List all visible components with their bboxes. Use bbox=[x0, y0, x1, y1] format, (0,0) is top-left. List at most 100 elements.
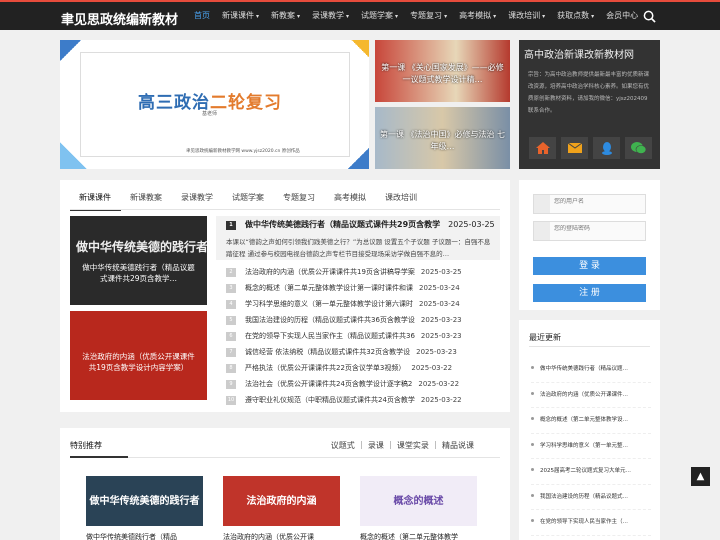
chevron-down-icon: ▾ bbox=[591, 13, 595, 20]
nav-item[interactable]: 会员中心 bbox=[600, 2, 644, 30]
recent-item[interactable]: 我国法治建设的历程（精品议题式… bbox=[531, 485, 651, 510]
featured-date: 2025-03-25 bbox=[448, 220, 495, 229]
recommend-card[interactable]: 法治政府的内涵法治政府的内涵（优质公开课 bbox=[223, 476, 340, 540]
list-item[interactable]: 8 严格执法（优质公开课课件共22页含议学单3视频） 2025-03-22 bbox=[226, 360, 506, 376]
search-icon[interactable] bbox=[643, 10, 656, 23]
mini-banner-2[interactable]: 第一课 《法治中国》必修与法治 七年级… bbox=[375, 107, 510, 169]
list-item[interactable]: 9 法治社会（优质公开课课件共24页含教学设计逐字稿2 2025-03-22 bbox=[226, 376, 506, 392]
recent-item[interactable]: 学习科学思维的意义（第一单元整… bbox=[531, 434, 651, 459]
section-divider bbox=[529, 346, 650, 347]
section-divider bbox=[70, 457, 500, 458]
nav-item[interactable]: 获取点数 ▾ bbox=[551, 2, 600, 30]
nav-item-label: 课改培训 bbox=[508, 11, 541, 20]
recent-item[interactable]: 概念的概述（第二单元整体教学设… bbox=[531, 408, 651, 434]
list-item[interactable]: 10 遵守职业礼仪规范（中职精品议题式课件共24页含教学 2025-03-22 bbox=[226, 392, 506, 408]
list-item-title: 遵守职业礼仪规范（中职精品议题式课件共24页含教学 bbox=[245, 396, 415, 404]
thumbnail-caption: 法治政府的内涵（优质公开课课件共19页含教学设计内容学案） bbox=[82, 352, 195, 372]
card-image: 做中华传统美德的践行者 bbox=[86, 476, 203, 526]
list-item-date: 2025-03-24 bbox=[419, 300, 460, 308]
nav-item[interactable]: 专题复习 ▾ bbox=[404, 2, 453, 30]
profile-panel: 高中政治新课改新教材网 宗旨：为高中政治教师提供最新最丰富的优质新课改资源，培养… bbox=[519, 40, 660, 169]
recent-item[interactable]: 做中华传统美德践行者（精品议题… bbox=[531, 357, 651, 383]
wechat-icon[interactable] bbox=[625, 137, 652, 159]
username-field[interactable] bbox=[533, 194, 646, 214]
recent-item[interactable]: 2025届高考二轮议题式复习大单元… bbox=[531, 459, 651, 485]
mini-banner-caption: 第一课 《关心国家发展》——必修一议题式教学设计精… bbox=[381, 63, 504, 84]
category-links[interactable]: 议题式 ｜ 录课 ｜ 课堂实录 ｜ 精品说课 bbox=[331, 440, 474, 451]
nav-item[interactable]: 新课课件 ▾ bbox=[216, 2, 265, 30]
featured-item[interactable]: 1 做中华传统美德践行者（精品议题式课件共29页含教学 2025-03-25 本课以… bbox=[216, 216, 500, 260]
list-item[interactable]: 4 学习科学思维的意义（第一单元整体教学设计第六课时 2025-03-24 bbox=[226, 296, 506, 312]
rank-number: 2 bbox=[226, 268, 236, 277]
list-item-title: 法治政府的内涵（优质公开课课件共19页含讲稿导学案 bbox=[245, 268, 415, 276]
banner-author: 基老师 bbox=[202, 111, 218, 117]
list-item[interactable]: 7 诚信经营 依法纳税（精品议题式课件共32页含教学设 2025-03-23 bbox=[226, 344, 506, 360]
nav-item-label: 首页 bbox=[194, 11, 210, 20]
card-image-text: 法治政府的内涵 bbox=[246, 496, 317, 507]
banner-footer: 聿见思政统编新教材教学网 www.yjsz2020.cn 原创作品 bbox=[186, 149, 300, 154]
recent-item[interactable]: 法治政府的内涵（优质公开课课件… bbox=[531, 383, 651, 408]
user-icon bbox=[534, 195, 550, 213]
nav-item[interactable]: 首页 bbox=[188, 2, 216, 30]
rank-number: 7 bbox=[226, 348, 236, 357]
home-icon[interactable] bbox=[529, 137, 556, 159]
site-title[interactable]: 聿见思政统编新教材 bbox=[61, 9, 178, 28]
list-item[interactable]: 3 概念的概述（第二单元整体教学设计第一课时课件和课 2025-03-24 bbox=[226, 280, 506, 296]
rank-number: 5 bbox=[226, 316, 236, 325]
mini-banner-1[interactable]: 第一课 《关心国家发展》——必修一议题式教学设计精… bbox=[375, 40, 510, 102]
featured-title: 做中华传统美德践行者（精品议题式课件共29页含教学 bbox=[245, 220, 441, 229]
nav-item[interactable]: 试题学案 ▾ bbox=[355, 2, 404, 30]
recommend-card[interactable]: 做中华传统美德的践行者做中华传统美德践行者（精品 bbox=[86, 476, 203, 540]
password-input[interactable] bbox=[554, 225, 639, 232]
recommend-card[interactable]: 概念的概述 概念的概述（第二单元整体教学 bbox=[360, 476, 477, 540]
register-button[interactable]: 注 册 bbox=[533, 284, 646, 302]
rank-number: 1 bbox=[226, 221, 236, 230]
nav-item[interactable]: 高考模拟 ▾ bbox=[453, 2, 502, 30]
list-item-date: 2025-03-22 bbox=[411, 364, 453, 372]
card-image-text: 概念的概述 bbox=[393, 496, 444, 507]
nav-item-label: 新课课件 bbox=[222, 11, 254, 20]
card-title: 做中华传统美德践行者（精品 bbox=[86, 533, 177, 540]
thumbnail-2[interactable]: 法治政府的内涵（优质公开课课件共19页含教学设计内容学案） bbox=[70, 311, 207, 400]
card-image: 概念的概述 bbox=[360, 476, 477, 526]
chevron-down-icon: ▾ bbox=[395, 13, 399, 20]
thumbnail-headline: 做中华传统美德的践行者 bbox=[76, 240, 207, 254]
list-item-date: 2025-03-22 bbox=[420, 396, 462, 404]
list-item-title: 学习科学思维的意义（第一单元整体教学设计第六课时 bbox=[245, 300, 413, 308]
chevron-down-icon: ▾ bbox=[297, 13, 301, 20]
thumbnail-1[interactable]: 做中华传统美德的践行者 做中华传统美德践行者（精品议题式课件共29页含教学… bbox=[70, 216, 207, 305]
chevron-down-icon: ▾ bbox=[542, 13, 546, 20]
card-image-text: 做中华传统美德的践行者 bbox=[89, 496, 200, 507]
nav-item[interactable]: 录课教学 ▾ bbox=[306, 2, 355, 30]
list-item-date: 2025-03-25 bbox=[420, 268, 462, 276]
profile-text: 宗旨：为高中政治教师提供最新最丰富的优质新课改资源，培养高中政治学科核心素养。如… bbox=[528, 72, 650, 114]
latest-content-panel: 新课课件 新课教案 录课教学 试题学案 专题复习 高考模拟 课改培训 做中华传统美德的践行者… bbox=[60, 180, 510, 412]
username-input[interactable] bbox=[554, 198, 639, 205]
nav-item-label: 专题复习 bbox=[410, 11, 443, 20]
article-list: 2 法治政府的内涵（优质公开课课件共19页含讲稿导学案 2025-03-25 3 概念的… bbox=[226, 264, 506, 408]
chevron-down-icon: ▾ bbox=[256, 13, 260, 20]
nav-item-label: 获取点数 bbox=[557, 11, 590, 20]
nav-item[interactable]: 新教案 ▾ bbox=[265, 2, 306, 30]
card-title: 法治政府的内涵（优质公开课 bbox=[223, 533, 314, 540]
profile-title: 高中政治新课改新教材网 bbox=[524, 50, 634, 61]
special-recommend-panel: 特别推荐 议题式 ｜ 录课 ｜ 课堂实录 ｜ 精品说课 做中华传统美德的践行者做… bbox=[60, 428, 510, 540]
recent-item[interactable]: 在党的领导下实现人民当家作主（… bbox=[531, 510, 651, 536]
thumbnail-caption: 做中华传统美德践行者（精品议题式课件共29页含教学… bbox=[82, 263, 195, 283]
list-item[interactable]: 6 在党的领导下实现人民当家作主（精品议题式课件共36 2025-03-23 bbox=[226, 328, 506, 344]
back-to-top-button[interactable]: ▲ bbox=[691, 467, 710, 486]
mini-banner-caption: 第一课 《法治中国》必修与法治 七年级… bbox=[379, 130, 506, 151]
list-item[interactable]: 2 法治政府的内涵（优质公开课课件共19页含讲稿导学案 2025-03-25 bbox=[226, 264, 506, 280]
list-item-title: 诚信经营 依法纳税（精品议题式课件共32页含教学设 bbox=[245, 348, 411, 356]
list-item-date: 2025-03-23 bbox=[420, 332, 462, 340]
login-button[interactable]: 登 录 bbox=[533, 257, 646, 275]
mail-icon[interactable] bbox=[561, 137, 588, 159]
list-item[interactable]: 5 我国法治建设的历程（精品议题式课件共36页含教学设 2025-03-23 bbox=[226, 312, 506, 328]
hero-banner[interactable]: 高三政治二轮复习 基老师 聿见思政统编新教材教学网 www.yjsz2020.c… bbox=[60, 40, 369, 169]
nav-item-label: 新教案 bbox=[271, 11, 296, 20]
nav-item-label: 高考模拟 bbox=[459, 11, 492, 20]
nav-item[interactable]: 课改培训 ▾ bbox=[502, 2, 551, 30]
qq-icon[interactable] bbox=[593, 137, 620, 159]
rank-number: 4 bbox=[226, 300, 236, 309]
password-field[interactable] bbox=[533, 221, 646, 241]
